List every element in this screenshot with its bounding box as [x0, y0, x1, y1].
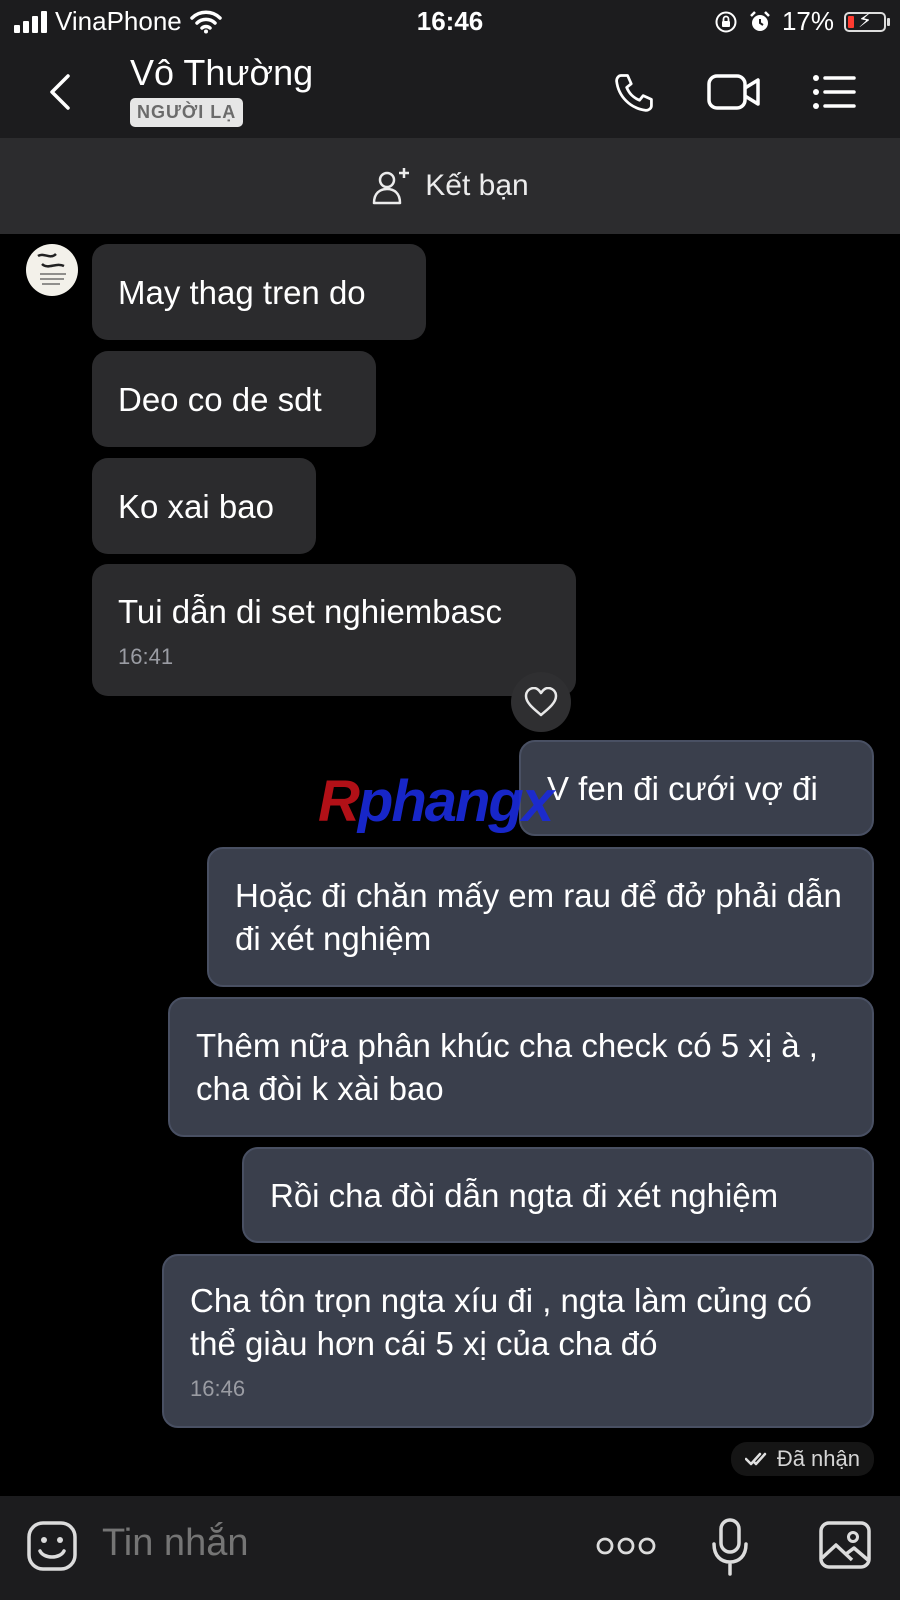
message-text: Tui dẫn di set nghiembasc: [118, 592, 502, 630]
status-bar: VinaPhone 16:46 17% ⚡: [0, 0, 900, 46]
message-text: V fen đi cưới vợ đi: [547, 769, 818, 807]
chat-header: Vô Thường NGƯỜI LẠ: [0, 46, 900, 138]
message-text: Thêm nữa phân khúc cha check có 5 xị à ,…: [196, 1027, 818, 1107]
message-bubble-outgoing[interactable]: Rồi cha đòi dẫn ngta đi xét nghiệm: [242, 1147, 874, 1243]
more-options-icon[interactable]: [596, 1534, 656, 1558]
add-friend-icon: [373, 168, 410, 205]
message-bubble-outgoing[interactable]: Cha tôn trọn ngta xíu đi , ngta làm củng…: [162, 1254, 874, 1428]
message-bubble-incoming[interactable]: Ko xai bao: [92, 458, 316, 554]
phone-call-icon[interactable]: [610, 70, 658, 114]
heart-icon: [524, 687, 558, 717]
message-text: Rồi cha đòi dẫn ngta đi xét nghiệm: [270, 1176, 779, 1214]
orientation-lock-icon: [715, 11, 737, 32]
avatar[interactable]: [26, 244, 78, 296]
watermark-logo: Rphangx: [318, 769, 554, 834]
message-composer: [0, 1496, 900, 1600]
contact-name[interactable]: Vô Thường: [130, 52, 313, 94]
message-bubble-outgoing[interactable]: Hoặc đi chăn mấy em rau để đở phải dẫn đ…: [207, 847, 874, 987]
delivery-status-label: Đã nhận: [776, 1446, 860, 1471]
status-right: 17% ⚡: [714, 6, 890, 37]
message-timestamp: 16:46: [190, 1376, 246, 1401]
message-bubble-incoming[interactable]: May thag tren do: [92, 244, 426, 340]
delivery-status: Đã nhận: [730, 1442, 874, 1476]
add-friend-label: Kết bạn: [425, 169, 529, 202]
message-bubble-incoming[interactable]: Deo co de sdt: [92, 351, 376, 447]
video-call-icon[interactable]: [706, 70, 762, 114]
message-text: Cha tôn trọn ngta xíu đi , ngta làm củng…: [190, 1282, 812, 1362]
stranger-badge: NGƯỜI LẠ: [130, 98, 244, 127]
sticker-icon[interactable]: [26, 1520, 78, 1572]
battery-percent: 17%: [781, 6, 834, 36]
alarm-icon: [750, 10, 770, 31]
message-bubble-incoming[interactable]: Tui dẫn di set nghiembasc 16:41: [92, 564, 576, 696]
image-icon[interactable]: [818, 1520, 872, 1570]
message-text: Hoặc đi chăn mấy em rau để đở phải dẫn đ…: [235, 877, 842, 957]
message-bubble-outgoing[interactable]: V fen đi cưới vợ đi: [519, 740, 874, 836]
back-icon[interactable]: [40, 72, 80, 112]
message-bubble-outgoing[interactable]: Thêm nữa phân khúc cha check có 5 xị à ,…: [168, 997, 874, 1137]
message-text: Deo co de sdt: [118, 380, 322, 418]
message-text: Ko xai bao: [118, 487, 274, 525]
double-check-icon: [744, 1452, 767, 1466]
battery-icon: ⚡: [844, 10, 890, 32]
menu-icon[interactable]: [810, 70, 858, 114]
message-input[interactable]: [102, 1522, 542, 1565]
message-timestamp: 16:41: [118, 643, 174, 669]
react-button[interactable]: [511, 672, 571, 732]
add-friend-button[interactable]: Kết bạn: [0, 138, 900, 234]
message-text: May thag tren do: [118, 273, 366, 311]
microphone-icon[interactable]: [710, 1518, 750, 1576]
